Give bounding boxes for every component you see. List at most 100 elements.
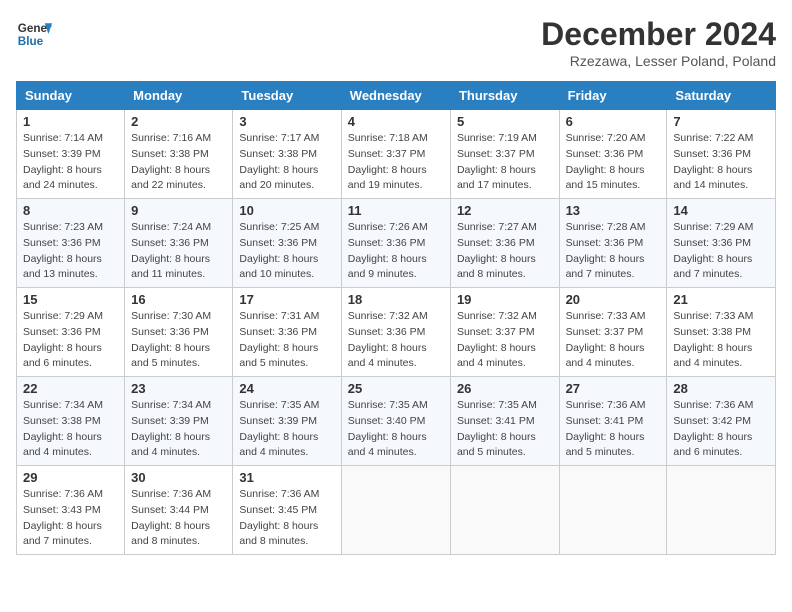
day-number: 27 xyxy=(566,381,661,396)
day-cell-31: 31 Sunrise: 7:36 AMSunset: 3:45 PMDayligh… xyxy=(233,466,341,555)
day-cell-22: 22Sunrise: 7:34 AMSunset: 3:38 PMDayligh… xyxy=(17,377,125,466)
day-number: 18 xyxy=(348,292,444,307)
calendar-week-3: 15 Sunrise: 7:29 AMSunset: 3:36 PMDayligh… xyxy=(17,288,776,377)
day-cell-6: 6Sunrise: 7:20 AMSunset: 3:36 PMDaylight… xyxy=(559,110,667,199)
day-info: Sunrise: 7:18 AMSunset: 3:37 PMDaylight:… xyxy=(348,131,444,194)
day-info: Sunrise: 7:35 AMSunset: 3:40 PMDaylight:… xyxy=(348,398,444,461)
month-title: December 2024 xyxy=(541,16,776,53)
day-number: 15 xyxy=(23,292,118,307)
day-info: Sunrise: 7:29 AMSunset: 3:36 PMDaylight:… xyxy=(673,220,769,283)
calendar-table: SundayMondayTuesdayWednesdayThursdayFrid… xyxy=(16,81,776,555)
logo-icon: General Blue xyxy=(16,16,52,52)
day-number: 19 xyxy=(457,292,553,307)
day-info: Sunrise: 7:35 AMSunset: 3:39 PMDaylight:… xyxy=(239,398,334,461)
title-area: December 2024 Rzezawa, Lesser Poland, Po… xyxy=(541,16,776,69)
day-number: 23 xyxy=(131,381,226,396)
day-cell-4: 4 Sunrise: 7:18 AMSunset: 3:37 PMDaylight… xyxy=(341,110,450,199)
day-info: Sunrise: 7:31 AMSunset: 3:36 PMDaylight:… xyxy=(239,309,334,372)
calendar-week-2: 8 Sunrise: 7:23 AMSunset: 3:36 PMDaylight… xyxy=(17,199,776,288)
day-info: Sunrise: 7:22 AMSunset: 3:36 PMDaylight:… xyxy=(673,131,769,194)
day-cell-3: 3 Sunrise: 7:17 AMSunset: 3:38 PMDaylight… xyxy=(233,110,341,199)
day-number: 21 xyxy=(673,292,769,307)
day-cell-9: 9Sunrise: 7:24 AMSunset: 3:36 PMDaylight… xyxy=(125,199,233,288)
day-cell-1: 1 Sunrise: 7:14 AMSunset: 3:39 PMDaylight… xyxy=(17,110,125,199)
day-number: 14 xyxy=(673,203,769,218)
calendar-header-row: SundayMondayTuesdayWednesdayThursdayFrid… xyxy=(17,82,776,110)
day-cell-27: 27 Sunrise: 7:36 AMSunset: 3:41 PMDayligh… xyxy=(559,377,667,466)
day-number: 30 xyxy=(131,470,226,485)
day-cell-12: 12 Sunrise: 7:27 AMSunset: 3:36 PMDayligh… xyxy=(450,199,559,288)
col-header-friday: Friday xyxy=(559,82,667,110)
day-cell-29: 29 Sunrise: 7:36 AMSunset: 3:43 PMDayligh… xyxy=(17,466,125,555)
calendar-week-4: 22Sunrise: 7:34 AMSunset: 3:38 PMDayligh… xyxy=(17,377,776,466)
svg-text:Blue: Blue xyxy=(18,35,44,48)
day-info: Sunrise: 7:32 AMSunset: 3:36 PMDaylight:… xyxy=(348,309,444,372)
day-info: Sunrise: 7:24 AMSunset: 3:36 PMDaylight:… xyxy=(131,220,226,283)
day-number: 11 xyxy=(348,203,444,218)
day-cell-7: 7 Sunrise: 7:22 AMSunset: 3:36 PMDaylight… xyxy=(667,110,776,199)
day-number: 1 xyxy=(23,114,118,129)
day-info: Sunrise: 7:28 AMSunset: 3:36 PMDaylight:… xyxy=(566,220,661,283)
day-cell-15: 15 Sunrise: 7:29 AMSunset: 3:36 PMDayligh… xyxy=(17,288,125,377)
empty-cell xyxy=(559,466,667,555)
empty-cell xyxy=(667,466,776,555)
day-cell-18: 18 Sunrise: 7:32 AMSunset: 3:36 PMDayligh… xyxy=(341,288,450,377)
day-cell-30: 30 Sunrise: 7:36 AMSunset: 3:44 PMDayligh… xyxy=(125,466,233,555)
empty-cell xyxy=(341,466,450,555)
page-header: General Blue December 2024 Rzezawa, Less… xyxy=(16,16,776,69)
day-number: 20 xyxy=(566,292,661,307)
day-info: Sunrise: 7:25 AMSunset: 3:36 PMDaylight:… xyxy=(239,220,334,283)
day-info: Sunrise: 7:29 AMSunset: 3:36 PMDaylight:… xyxy=(23,309,118,372)
day-cell-24: 24 Sunrise: 7:35 AMSunset: 3:39 PMDayligh… xyxy=(233,377,341,466)
day-cell-19: 19 Sunrise: 7:32 AMSunset: 3:37 PMDayligh… xyxy=(450,288,559,377)
day-number: 17 xyxy=(239,292,334,307)
day-number: 13 xyxy=(566,203,661,218)
day-info: Sunrise: 7:36 AMSunset: 3:41 PMDaylight:… xyxy=(566,398,661,461)
day-cell-25: 25 Sunrise: 7:35 AMSunset: 3:40 PMDayligh… xyxy=(341,377,450,466)
day-cell-21: 21 Sunrise: 7:33 AMSunset: 3:38 PMDayligh… xyxy=(667,288,776,377)
day-cell-26: 26Sunrise: 7:35 AMSunset: 3:41 PMDayligh… xyxy=(450,377,559,466)
day-cell-23: 23Sunrise: 7:34 AMSunset: 3:39 PMDayligh… xyxy=(125,377,233,466)
day-number: 7 xyxy=(673,114,769,129)
col-header-wednesday: Wednesday xyxy=(341,82,450,110)
day-info: Sunrise: 7:36 AMSunset: 3:45 PMDaylight:… xyxy=(239,487,334,550)
day-number: 12 xyxy=(457,203,553,218)
day-cell-2: 2Sunrise: 7:16 AMSunset: 3:38 PMDaylight… xyxy=(125,110,233,199)
day-number: 25 xyxy=(348,381,444,396)
day-info: Sunrise: 7:33 AMSunset: 3:38 PMDaylight:… xyxy=(673,309,769,372)
col-header-monday: Monday xyxy=(125,82,233,110)
day-number: 8 xyxy=(23,203,118,218)
col-header-sunday: Sunday xyxy=(17,82,125,110)
day-number: 16 xyxy=(131,292,226,307)
day-cell-14: 14 Sunrise: 7:29 AMSunset: 3:36 PMDayligh… xyxy=(667,199,776,288)
col-header-thursday: Thursday xyxy=(450,82,559,110)
day-cell-8: 8 Sunrise: 7:23 AMSunset: 3:36 PMDaylight… xyxy=(17,199,125,288)
col-header-saturday: Saturday xyxy=(667,82,776,110)
day-number: 29 xyxy=(23,470,118,485)
day-info: Sunrise: 7:33 AMSunset: 3:37 PMDaylight:… xyxy=(566,309,661,372)
calendar-week-5: 29 Sunrise: 7:36 AMSunset: 3:43 PMDayligh… xyxy=(17,466,776,555)
day-cell-11: 11 Sunrise: 7:26 AMSunset: 3:36 PMDayligh… xyxy=(341,199,450,288)
location: Rzezawa, Lesser Poland, Poland xyxy=(541,53,776,69)
day-number: 4 xyxy=(348,114,444,129)
day-cell-13: 13 Sunrise: 7:28 AMSunset: 3:36 PMDayligh… xyxy=(559,199,667,288)
day-number: 6 xyxy=(566,114,661,129)
day-info: Sunrise: 7:27 AMSunset: 3:36 PMDaylight:… xyxy=(457,220,553,283)
day-info: Sunrise: 7:36 AMSunset: 3:43 PMDaylight:… xyxy=(23,487,118,550)
day-number: 10 xyxy=(239,203,334,218)
day-info: Sunrise: 7:14 AMSunset: 3:39 PMDaylight:… xyxy=(23,131,118,194)
day-number: 24 xyxy=(239,381,334,396)
day-number: 3 xyxy=(239,114,334,129)
empty-cell xyxy=(450,466,559,555)
day-info: Sunrise: 7:32 AMSunset: 3:37 PMDaylight:… xyxy=(457,309,553,372)
day-number: 31 xyxy=(239,470,334,485)
day-cell-20: 20 Sunrise: 7:33 AMSunset: 3:37 PMDayligh… xyxy=(559,288,667,377)
day-info: Sunrise: 7:16 AMSunset: 3:38 PMDaylight:… xyxy=(131,131,226,194)
day-info: Sunrise: 7:17 AMSunset: 3:38 PMDaylight:… xyxy=(239,131,334,194)
day-info: Sunrise: 7:26 AMSunset: 3:36 PMDaylight:… xyxy=(348,220,444,283)
day-cell-16: 16 Sunrise: 7:30 AMSunset: 3:36 PMDayligh… xyxy=(125,288,233,377)
day-info: Sunrise: 7:36 AMSunset: 3:44 PMDaylight:… xyxy=(131,487,226,550)
day-info: Sunrise: 7:36 AMSunset: 3:42 PMDaylight:… xyxy=(673,398,769,461)
day-info: Sunrise: 7:30 AMSunset: 3:36 PMDaylight:… xyxy=(131,309,226,372)
day-info: Sunrise: 7:23 AMSunset: 3:36 PMDaylight:… xyxy=(23,220,118,283)
